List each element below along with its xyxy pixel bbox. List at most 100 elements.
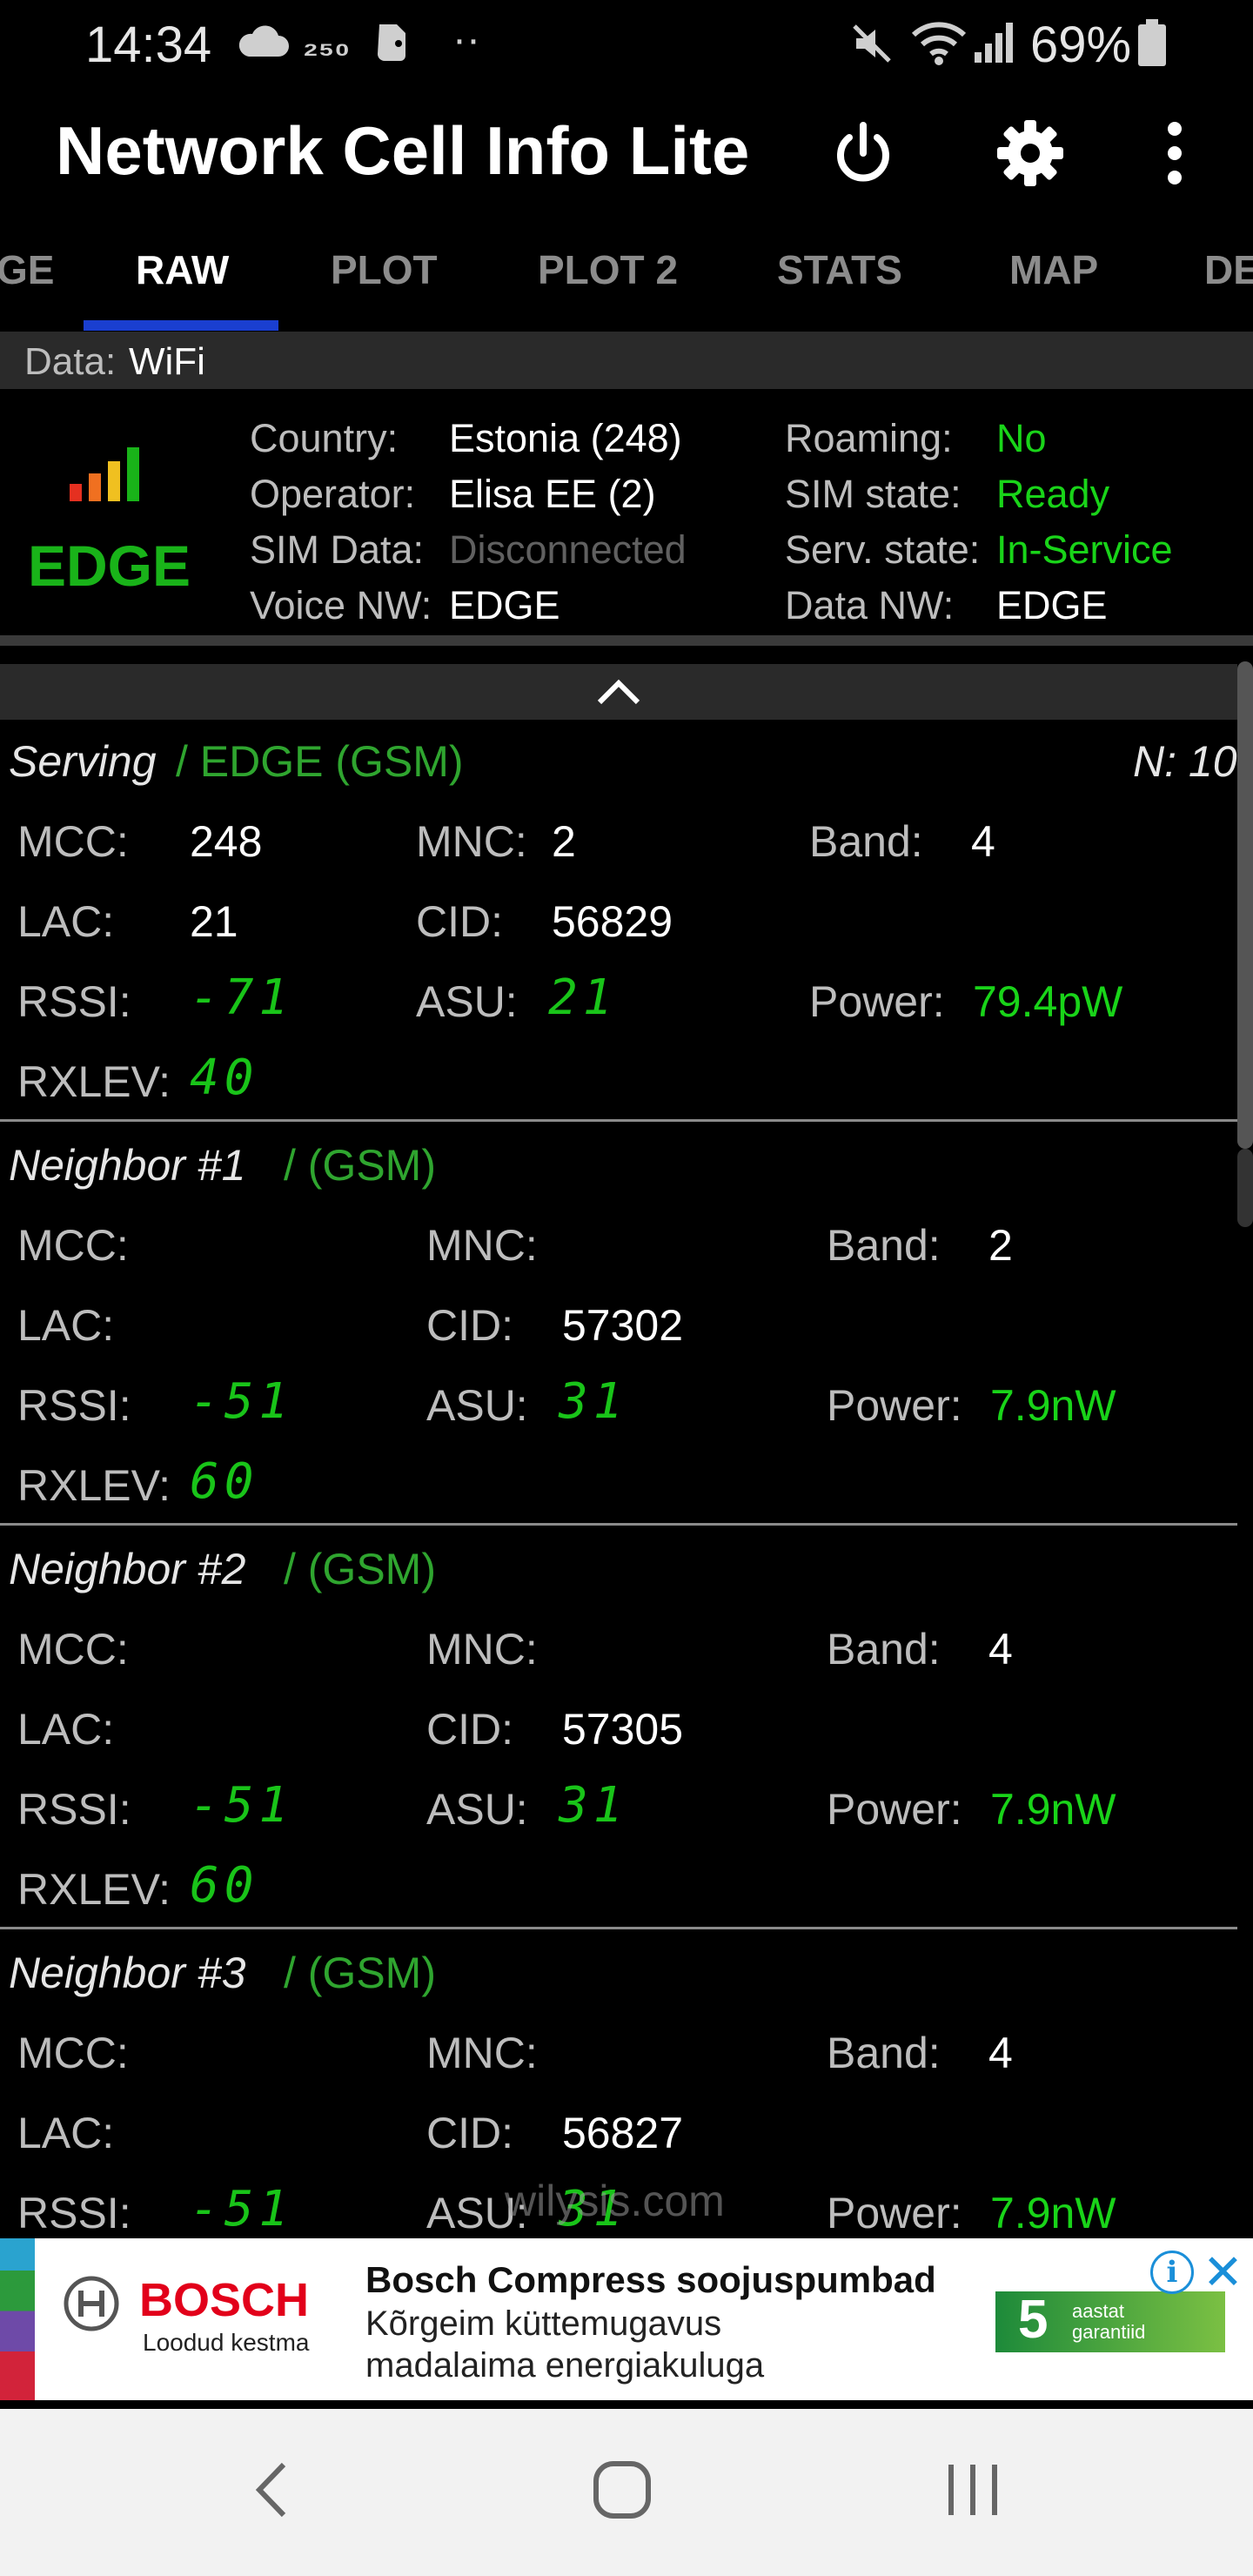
asu-label: ASU: bbox=[426, 1381, 528, 1430]
serv-state-label: Serv. state: bbox=[785, 527, 981, 572]
rssi-label: RSSI: bbox=[17, 977, 131, 1026]
serving-title: Serving bbox=[9, 737, 157, 786]
sim-data-label: SIM Data: bbox=[250, 527, 425, 572]
power-label: Power: bbox=[809, 977, 945, 1026]
mnc-label: MNC: bbox=[426, 1625, 538, 1674]
data-label: Data: bbox=[24, 340, 117, 383]
wifi-icon bbox=[910, 19, 968, 77]
band-value: 4 bbox=[971, 817, 995, 866]
lac-label: LAC: bbox=[17, 897, 115, 946]
tab-raw[interactable]: RAW bbox=[136, 246, 229, 293]
cid-value: 57305 bbox=[562, 1705, 684, 1754]
data-value: WiFi bbox=[129, 340, 205, 383]
power-value: 7.9nW bbox=[990, 1381, 1116, 1430]
asu-value: 31 bbox=[559, 1373, 628, 1430]
settings-button[interactable] bbox=[987, 110, 1074, 197]
battery-percent: 69% bbox=[1030, 17, 1132, 73]
mcc-label: MCC: bbox=[17, 817, 129, 866]
network-type: EDGE bbox=[28, 533, 191, 598]
voice-nw-label: Voice NW: bbox=[250, 583, 432, 627]
serv-state-value: In-Service bbox=[996, 527, 1173, 572]
ad-info-icon[interactable]: i bbox=[1150, 2251, 1194, 2294]
tab-plot-2[interactable]: PLOT 2 bbox=[538, 246, 678, 293]
ad-line-1: Kõrgeim küttemugavus bbox=[365, 2304, 722, 2343]
rxlev-label: RXLEV: bbox=[17, 1057, 171, 1106]
evernote-icon bbox=[372, 19, 411, 73]
rssi-value: -71 bbox=[190, 969, 294, 1026]
ad-color-stripe bbox=[0, 2238, 35, 2400]
neighbor-1-title: Neighbor #1 bbox=[9, 1141, 246, 1190]
power-button[interactable] bbox=[820, 110, 907, 197]
neighbor-2-type: / (GSM) bbox=[284, 1545, 436, 1593]
operator-label: Operator: bbox=[250, 472, 416, 516]
cid-value: 57302 bbox=[562, 1301, 684, 1350]
operator-value: Elisa EE (2) bbox=[449, 472, 656, 516]
tab-ge[interactable]: GE bbox=[0, 246, 54, 293]
watermark: wilysis.com bbox=[505, 2177, 725, 2225]
neighbor-1-type: / (GSM) bbox=[284, 1141, 436, 1190]
country-label: Country: bbox=[250, 416, 399, 460]
cid-label: CID: bbox=[416, 897, 503, 946]
power-value: 79.4pW bbox=[973, 977, 1123, 1026]
ad-close-icon[interactable]: ✕ bbox=[1203, 2244, 1243, 2301]
settings-icon bbox=[997, 120, 1063, 186]
tab-de[interactable]: DE bbox=[1204, 246, 1253, 293]
cell-divider bbox=[0, 1523, 1237, 1526]
serving-neighbor-count: N: 10 bbox=[1133, 737, 1237, 786]
band-label: Band: bbox=[827, 1625, 941, 1674]
serving-type: / EDGE (GSM) bbox=[176, 737, 464, 786]
power-icon bbox=[837, 122, 889, 182]
tab-map[interactable]: MAP bbox=[1009, 246, 1098, 293]
power-label: Power: bbox=[827, 2189, 962, 2237]
tab-indicator bbox=[84, 320, 278, 331]
mnc-value: 2 bbox=[552, 817, 576, 866]
neighbor-3-title: Neighbor #3 bbox=[9, 1949, 246, 1997]
rssi-value: -51 bbox=[190, 2181, 294, 2237]
back-icon[interactable] bbox=[249, 2459, 292, 2525]
overflow-menu-button[interactable] bbox=[1131, 110, 1218, 197]
lac-label: LAC: bbox=[17, 2109, 115, 2157]
asu-value: 21 bbox=[548, 969, 618, 1026]
mnc-label: MNC: bbox=[416, 817, 527, 866]
tab-stats[interactable]: STATS bbox=[777, 246, 902, 293]
cell-divider bbox=[0, 1119, 1237, 1122]
rxlev-value: 40 bbox=[190, 1050, 259, 1106]
overflow-menu-icon bbox=[1168, 122, 1182, 184]
voice-nw-value: EDGE bbox=[449, 583, 560, 627]
ad-badge-line-2: garantiid bbox=[1072, 2321, 1146, 2343]
data-nw-value: EDGE bbox=[996, 583, 1108, 627]
band-label: Band: bbox=[827, 1221, 941, 1270]
cid-label: CID: bbox=[426, 1301, 513, 1350]
rxlev-label: RXLEV: bbox=[17, 1865, 171, 1914]
lac-label: LAC: bbox=[17, 1705, 115, 1754]
signal-bars-icon bbox=[70, 446, 143, 507]
lac-value: 21 bbox=[190, 897, 238, 946]
power-label: Power: bbox=[827, 1785, 962, 1834]
chevron-up-icon bbox=[597, 679, 640, 705]
mcc-label: MCC: bbox=[17, 1625, 129, 1674]
mcc-label: MCC: bbox=[17, 2029, 129, 2077]
more-dots-icon: ·· bbox=[452, 17, 480, 63]
home-icon[interactable] bbox=[592, 2459, 653, 2525]
ad-brand: BOSCH bbox=[139, 2274, 310, 2326]
tab-plot[interactable]: PLOT bbox=[331, 246, 438, 293]
roaming-label: Roaming: bbox=[785, 416, 953, 460]
band-value: 4 bbox=[988, 1625, 1013, 1674]
battery-icon bbox=[1136, 19, 1168, 78]
ad-line-2: madalaima energiakuluga bbox=[365, 2346, 765, 2385]
recents-icon[interactable] bbox=[945, 2459, 1001, 2525]
band-label: Band: bbox=[809, 817, 923, 866]
ad-badge-line-1: aastat bbox=[1072, 2300, 1124, 2322]
scrollbar-thumb[interactable] bbox=[1237, 661, 1253, 1149]
tab-bar: GE RAW PLOT PLOT 2 STATS MAP DE bbox=[0, 222, 1253, 331]
cid-value: 56829 bbox=[552, 897, 673, 946]
roaming-value: No bbox=[996, 416, 1047, 460]
asu-label: ASU: bbox=[416, 977, 518, 1026]
ad-badge-text: aastat garantiid bbox=[1072, 2301, 1145, 2343]
rssi-label: RSSI: bbox=[17, 1381, 131, 1430]
neighbor-3-type: / (GSM) bbox=[284, 1949, 436, 1997]
ad-tagline: Loodud kestma bbox=[143, 2329, 310, 2356]
collapse-toggle[interactable] bbox=[0, 664, 1237, 720]
cid-label: CID: bbox=[426, 1705, 513, 1754]
cid-value: 56827 bbox=[562, 2109, 684, 2157]
